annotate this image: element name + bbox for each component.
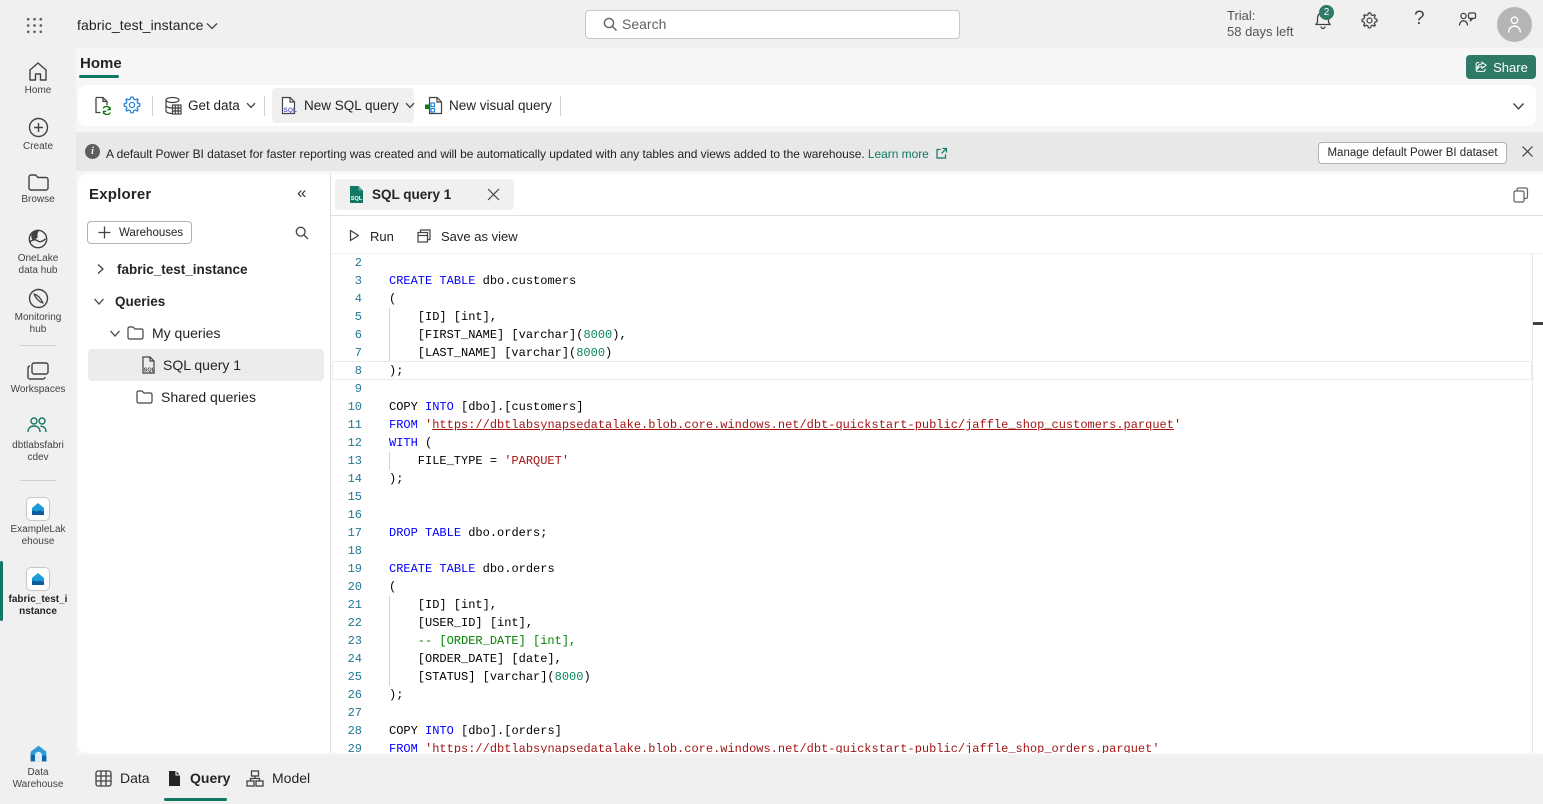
- svg-text:SQL: SQL: [284, 107, 297, 114]
- svg-text:SQL: SQL: [351, 196, 363, 202]
- svg-text:SQL: SQL: [144, 368, 156, 374]
